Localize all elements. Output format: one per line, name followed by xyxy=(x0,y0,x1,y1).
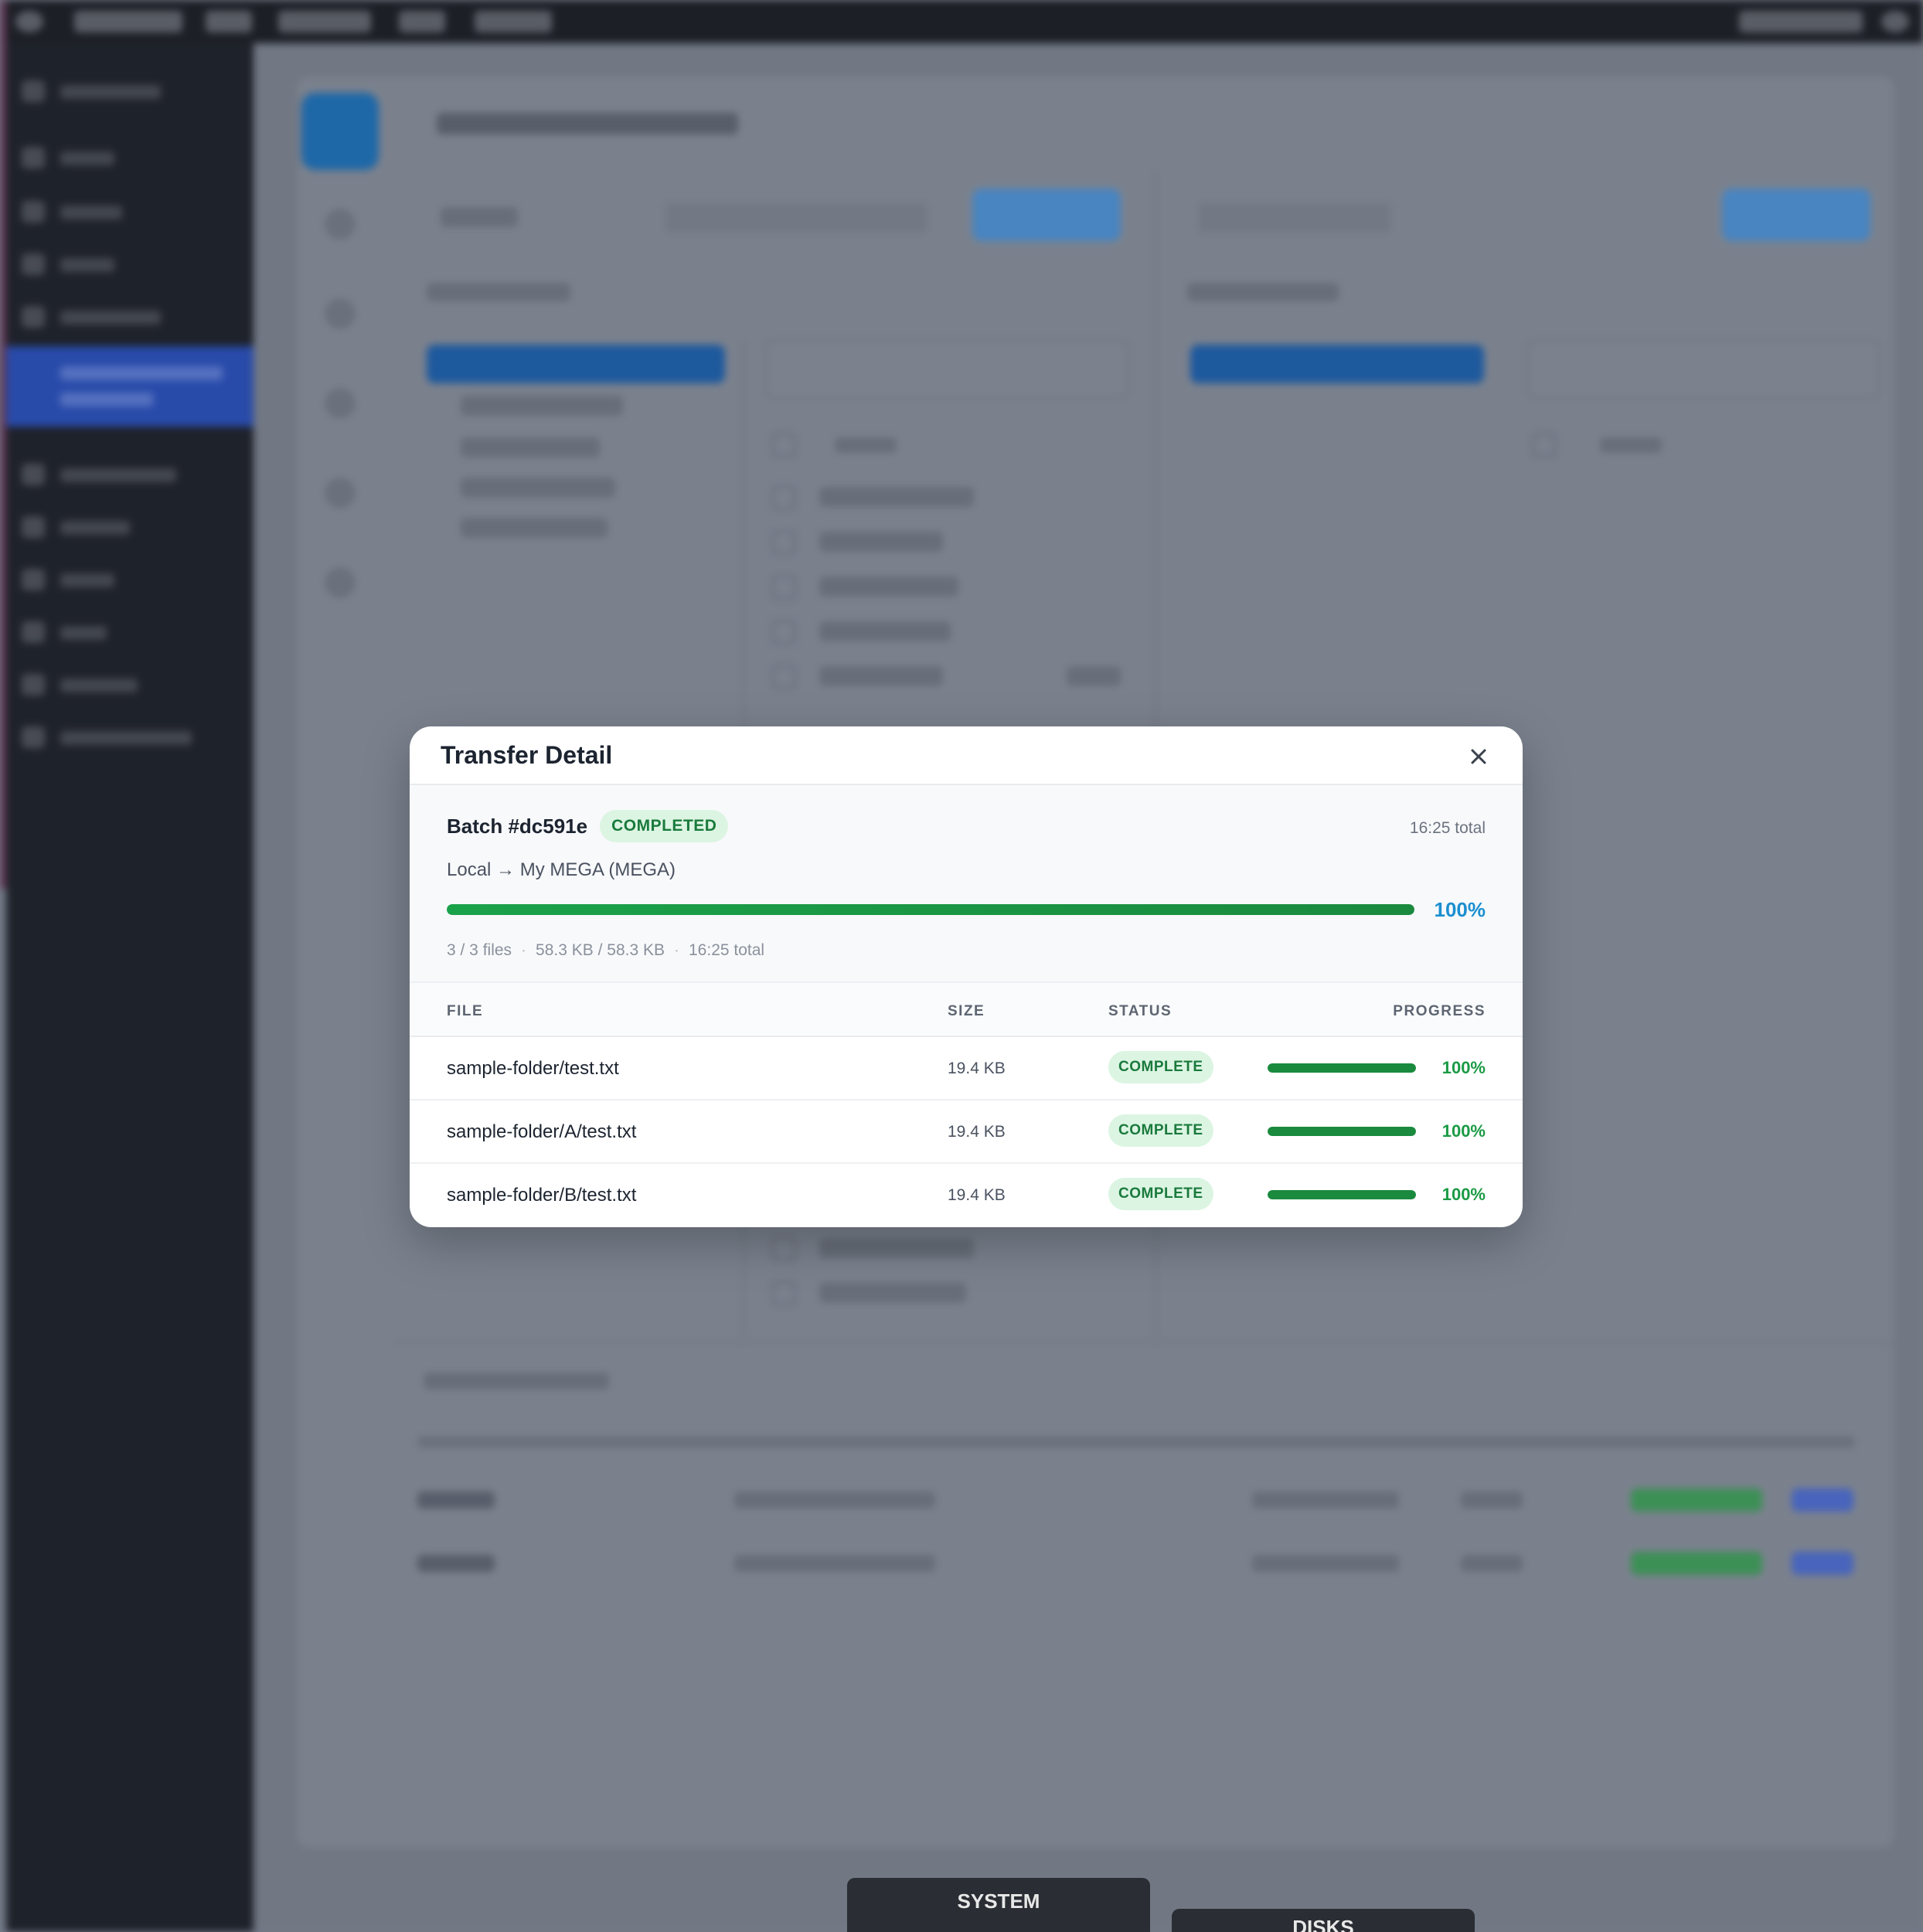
file-progress-percent: 100% xyxy=(1441,1185,1486,1204)
file-progress-percent: 100% xyxy=(1441,1121,1486,1141)
table-row: sample-folder/test.txt 19.4 KB COMPLETE … xyxy=(410,1037,1523,1100)
file-progress-fill xyxy=(1268,1190,1416,1199)
overall-progress-percent: 100% xyxy=(1434,898,1486,921)
col-size: SIZE xyxy=(948,1003,985,1019)
table-row: sample-folder/B/test.txt 19.4 KB COMPLET… xyxy=(410,1164,1523,1227)
transfer-detail-modal: Transfer Detail Batch #dc591e COMPLETED … xyxy=(410,726,1523,1227)
file-progress-bar xyxy=(1268,1190,1416,1199)
file-progress-fill xyxy=(1268,1063,1416,1073)
system-tab[interactable]: SYSTEM xyxy=(847,1878,1150,1932)
file-path: sample-folder/test.txt xyxy=(447,1058,619,1079)
batch-meta: 3 / 3 files · 58.3 KB / 58.3 KB · 16:25 tota… xyxy=(447,941,765,959)
col-status: STATUS xyxy=(1108,1003,1173,1019)
bytes-transferred: 58.3 KB / 58.3 KB xyxy=(536,941,665,959)
batch-status-badge: COMPLETED xyxy=(600,810,729,842)
table-header: FILE SIZE STATUS PROGRESS xyxy=(410,983,1523,1037)
col-file: FILE xyxy=(447,1003,484,1019)
file-progress-bar xyxy=(1268,1063,1416,1073)
transfer-route: Local → My MEGA (MEGA) xyxy=(447,859,676,880)
overall-progress-bar xyxy=(447,904,1414,915)
file-progress-percent: 100% xyxy=(1441,1058,1486,1077)
file-size: 19.4 KB xyxy=(948,1060,1006,1077)
file-path: sample-folder/B/test.txt xyxy=(447,1185,637,1206)
disks-tab[interactable]: DISKS xyxy=(1172,1909,1475,1932)
file-path: sample-folder/A/test.txt xyxy=(447,1121,637,1142)
batch-total-time: 16:25 total xyxy=(1409,819,1486,837)
modal-title: Transfer Detail xyxy=(441,740,613,769)
status-badge: COMPLETE xyxy=(1108,1051,1213,1083)
table-row: sample-folder/A/test.txt 19.4 KB COMPLET… xyxy=(410,1100,1523,1164)
modal-header: Transfer Detail xyxy=(410,726,1523,785)
batch-summary: Batch #dc591e COMPLETED 16:25 total Loca… xyxy=(410,785,1523,983)
file-progress-bar xyxy=(1268,1127,1416,1136)
status-badge: COMPLETE xyxy=(1108,1114,1213,1147)
close-icon[interactable] xyxy=(1465,743,1492,770)
meta-total-time: 16:25 total xyxy=(689,941,765,959)
file-size: 19.4 KB xyxy=(948,1123,1006,1141)
batch-id: Batch #dc591e xyxy=(447,814,588,838)
file-size: 19.4 KB xyxy=(948,1186,1006,1204)
col-progress: PROGRESS xyxy=(1393,1003,1486,1019)
status-badge: COMPLETE xyxy=(1108,1178,1213,1210)
file-progress-fill xyxy=(1268,1127,1416,1136)
files-count: 3 / 3 files xyxy=(447,941,512,959)
file-table-body: sample-folder/test.txt 19.4 KB COMPLETE … xyxy=(410,1037,1523,1227)
overall-progress-fill xyxy=(447,904,1414,915)
